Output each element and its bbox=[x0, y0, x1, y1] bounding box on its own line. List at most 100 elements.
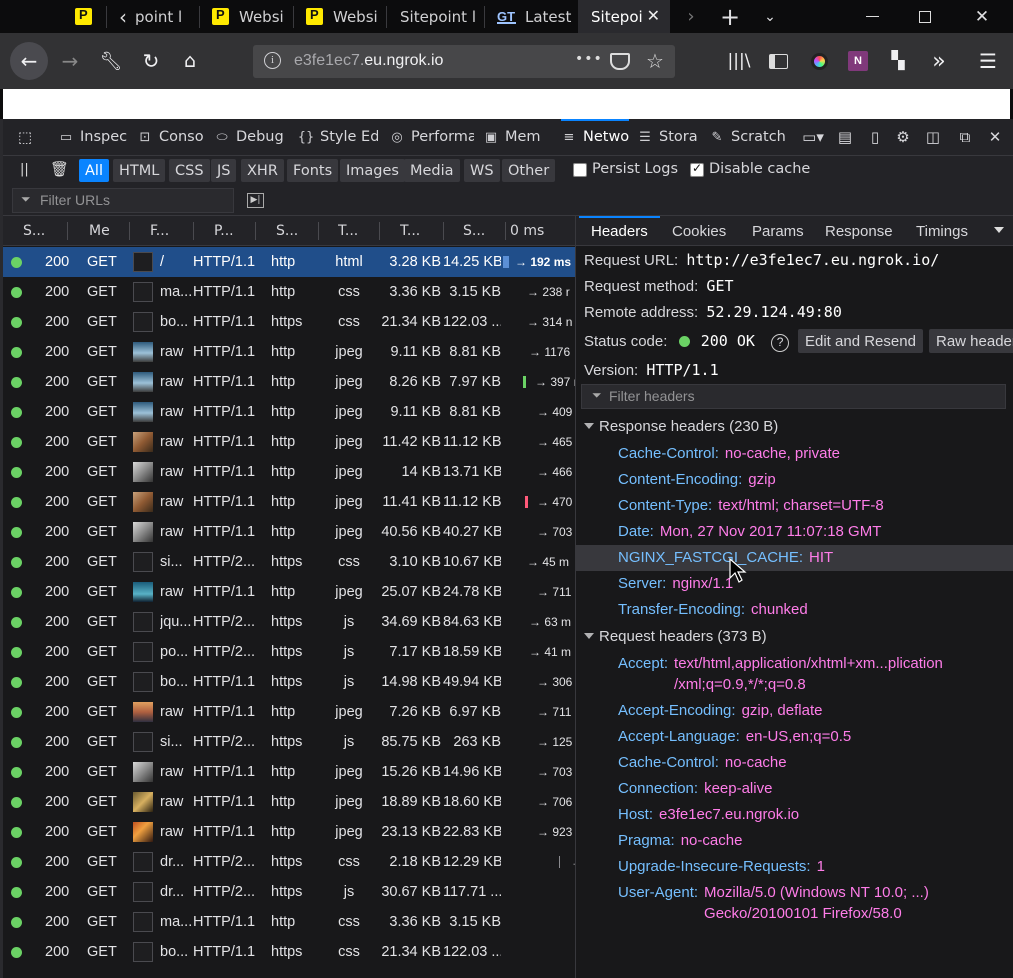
header-row[interactable]: Date: Mon, 27 Nov 2017 11:07:18 GMT bbox=[576, 519, 1013, 545]
table-row[interactable]: 200 GET bo... HTTP/1.1 https js 14.98 KB 49.94 … bbox=[3, 667, 575, 697]
header-row[interactable]: Content-Encoding: gzip bbox=[576, 467, 1013, 493]
table-row[interactable]: 200 GET raw HTTP/1.1 http jpeg 25.07 KB 24.78 K… bbox=[3, 577, 575, 607]
pause-icon[interactable]: || bbox=[20, 162, 29, 177]
hamburger-menu-icon[interactable]: ☰ bbox=[975, 47, 1001, 75]
tab-scratchpad[interactable]: ✎ Scratch bbox=[709, 119, 789, 155]
filter-images[interactable]: Images bbox=[340, 159, 405, 182]
table-row[interactable]: 200 GET raw HTTP/1.1 http jpeg 8.26 KB 7.97 KB →… bbox=[3, 367, 575, 397]
tab-cookies[interactable]: Cookies bbox=[672, 216, 726, 246]
trash-icon[interactable]: 🗑︎ bbox=[50, 160, 69, 178]
list-tabs-icon[interactable]: ⌄ bbox=[755, 0, 785, 33]
filter-xhr[interactable]: XHR bbox=[241, 159, 284, 182]
request-headers-section[interactable]: Request headers (373 B) bbox=[576, 624, 1013, 648]
header-row[interactable]: Transfer-Encoding: chunked bbox=[576, 597, 1013, 623]
table-row[interactable]: 200 GET dr... HTTP/2... https css 2.18 KB 12.29… bbox=[3, 847, 575, 877]
maximize-icon[interactable] bbox=[905, 0, 945, 33]
table-row[interactable]: 200 GET jqu... HTTP/2... https js 34.69 KB 84.6… bbox=[3, 607, 575, 637]
home-icon[interactable]: ⌂ bbox=[176, 47, 204, 75]
bookmark-star-icon[interactable]: ☆ bbox=[646, 49, 664, 73]
pocket-icon[interactable] bbox=[610, 53, 630, 70]
column-transferred[interactable]: T... bbox=[400, 216, 440, 246]
table-row[interactable]: 200 GET raw HTTP/1.1 http jpeg 11.42 KB 11.12 K… bbox=[3, 427, 575, 457]
header-row[interactable]: Pragma: no-cache bbox=[576, 828, 1013, 854]
info-icon[interactable]: i bbox=[264, 52, 281, 69]
browser-tab[interactable]: ‹ point l bbox=[107, 0, 200, 33]
request-blocking-icon[interactable]: ▶| bbox=[247, 193, 264, 208]
table-row[interactable]: 200 GET si... HTTP/2... https js 85.75 KB 263 K… bbox=[3, 727, 575, 757]
header-row[interactable]: NGINX_FASTCGI_CACHE: HIT bbox=[576, 545, 1013, 571]
forward-button[interactable]: → bbox=[56, 47, 84, 75]
table-row[interactable]: 200 GET raw HTTP/1.1 http jpeg 15.26 KB 14.96 K… bbox=[3, 757, 575, 787]
reload-icon[interactable]: ↻ bbox=[138, 47, 164, 75]
back-button[interactable]: ← bbox=[10, 42, 48, 80]
table-row[interactable]: 200 GET raw HTTP/1.1 http jpeg 9.11 KB 8.81 KB →… bbox=[3, 397, 575, 427]
tab-response[interactable]: Response bbox=[825, 216, 893, 246]
split-console-icon[interactable]: ▤ bbox=[836, 128, 854, 146]
filter-urls-input[interactable]: ⏷ Filter URLs bbox=[12, 188, 234, 213]
filter-other[interactable]: Other bbox=[502, 159, 556, 182]
element-picker-icon[interactable]: ⬚ bbox=[16, 128, 34, 146]
header-row[interactable]: Content-Type: text/html; charset=UTF-8 bbox=[576, 493, 1013, 519]
minimize-icon[interactable] bbox=[852, 0, 892, 33]
persist-logs-checkbox[interactable] bbox=[573, 163, 587, 177]
header-row[interactable]: Server: nginx/1.1 bbox=[576, 571, 1013, 597]
table-row[interactable]: 200 GET po... HTTP/2... https js 7.17 KB 18.59 … bbox=[3, 637, 575, 667]
responsive-design-icon[interactable]: ▭▾ bbox=[798, 128, 828, 146]
table-row[interactable]: 200 GET ma... HTTP/1.1 http css 3.36 KB 3.15 KB bbox=[3, 907, 575, 937]
table-row[interactable]: 200 GET ma... HTTP/1.1 http css 3.36 KB 3.15 KB… bbox=[3, 277, 575, 307]
table-row[interactable]: 200 GET raw HTTP/1.1 http jpeg 9.11 KB 8.81 KB →… bbox=[3, 337, 575, 367]
close-tab-icon[interactable]: ✕ bbox=[647, 6, 660, 25]
column-method[interactable]: Me bbox=[89, 216, 125, 246]
tab-performance[interactable]: ◎ Performa bbox=[389, 119, 474, 155]
table-row[interactable]: 200 GET bo... HTTP/1.1 https css 21.34 KB 122.0… bbox=[3, 307, 575, 337]
header-row[interactable]: User-Agent: Mozilla/5.0 (Windows NT 10.0;… bbox=[576, 880, 1013, 927]
tab-memory[interactable]: ▣ Mem bbox=[483, 119, 548, 155]
tab-network[interactable]: ≡ Netwo bbox=[561, 119, 629, 155]
table-row[interactable]: 200 GET si... HTTP/2... https css 3.10 KB 10.67… bbox=[3, 547, 575, 577]
browser-tab[interactable]: Websi bbox=[294, 0, 387, 33]
response-headers-section[interactable]: Response headers (230 B) bbox=[576, 414, 1013, 438]
header-row[interactable]: Cache-Control: no-cache, private bbox=[576, 441, 1013, 467]
disable-cache-checkbox[interactable] bbox=[690, 161, 704, 177]
header-row[interactable]: Accept-Language: en-US,en;q=0.5 bbox=[576, 724, 1013, 750]
url-text[interactable]: e3fe1ec7.eu.ngrok.io bbox=[294, 52, 443, 70]
wrench-icon[interactable]: 🔧︎ bbox=[98, 47, 124, 75]
filter-media[interactable]: Media bbox=[404, 159, 460, 182]
header-row[interactable]: Accept-Encoding: gzip, deflate bbox=[576, 698, 1013, 724]
filter-css[interactable]: CSS bbox=[169, 159, 210, 182]
column-waterfall[interactable]: 0 ms bbox=[510, 216, 570, 246]
table-row[interactable]: 200 GET raw HTTP/1.1 http jpeg 11.41 KB 11.12 K… bbox=[3, 487, 575, 517]
screenshot-icon[interactable]: ▯ bbox=[866, 128, 884, 146]
browser-tab[interactable] bbox=[60, 0, 107, 33]
column-size[interactable]: S... bbox=[463, 216, 503, 246]
tab-inspector[interactable]: ▭ Inspec bbox=[58, 119, 129, 155]
tab-params[interactable]: Params bbox=[752, 216, 804, 246]
browser-tab-active[interactable]: Sitepoi ✕ bbox=[578, 0, 670, 33]
tab-console[interactable]: ⊡ Conso bbox=[137, 119, 204, 155]
overflow-menu-icon[interactable]: » bbox=[926, 47, 952, 75]
tab-storage[interactable]: ☰ Stora bbox=[637, 119, 702, 155]
column-type[interactable]: T... bbox=[338, 216, 378, 246]
filter-fonts[interactable]: Fonts bbox=[287, 159, 339, 182]
table-row[interactable]: 200 GET / HTTP/1.1 http html 3.28 KB 14.25 KB → … bbox=[3, 247, 575, 277]
browser-tab[interactable]: GT Latest bbox=[485, 0, 578, 33]
separate-window-icon[interactable]: ⧉ bbox=[956, 128, 974, 146]
close-devtools-icon[interactable]: ✕ bbox=[986, 128, 1004, 146]
table-row[interactable]: 200 GET bo... HTTP/1.1 https css 21.34 KB 122.0… bbox=[3, 937, 575, 967]
column-file[interactable]: F... bbox=[150, 216, 190, 246]
onenote-icon[interactable]: N bbox=[846, 47, 870, 75]
tabs-overflow-icon[interactable] bbox=[994, 227, 1004, 233]
filter-all[interactable]: All bbox=[79, 159, 109, 182]
table-row[interactable]: 200 GET raw HTTP/1.1 http jpeg 23.13 KB 22.83 K… bbox=[3, 817, 575, 847]
extensions-grid-icon[interactable]: ▚ bbox=[885, 47, 911, 75]
sidebar-icon[interactable] bbox=[765, 47, 791, 75]
table-row[interactable]: 200 GET raw HTTP/1.1 http jpeg 7.26 KB 6.97 KB →… bbox=[3, 697, 575, 727]
table-row[interactable]: 200 GET raw HTTP/1.1 http jpeg 18.89 KB 18.60 K… bbox=[3, 787, 575, 817]
column-scheme[interactable]: S... bbox=[276, 216, 316, 246]
header-row[interactable]: Host: e3fe1ec7.eu.ngrok.io bbox=[576, 802, 1013, 828]
header-row[interactable]: Upgrade-Insecure-Requests: 1 bbox=[576, 854, 1013, 880]
column-status[interactable]: S... bbox=[23, 216, 63, 246]
tab-style-editor[interactable]: {} Style Ed bbox=[298, 119, 378, 155]
window-close-icon[interactable]: ✕ bbox=[960, 0, 1004, 33]
table-row[interactable]: 200 GET dr... HTTP/2... https js 30.67 KB 117.7… bbox=[3, 877, 575, 907]
